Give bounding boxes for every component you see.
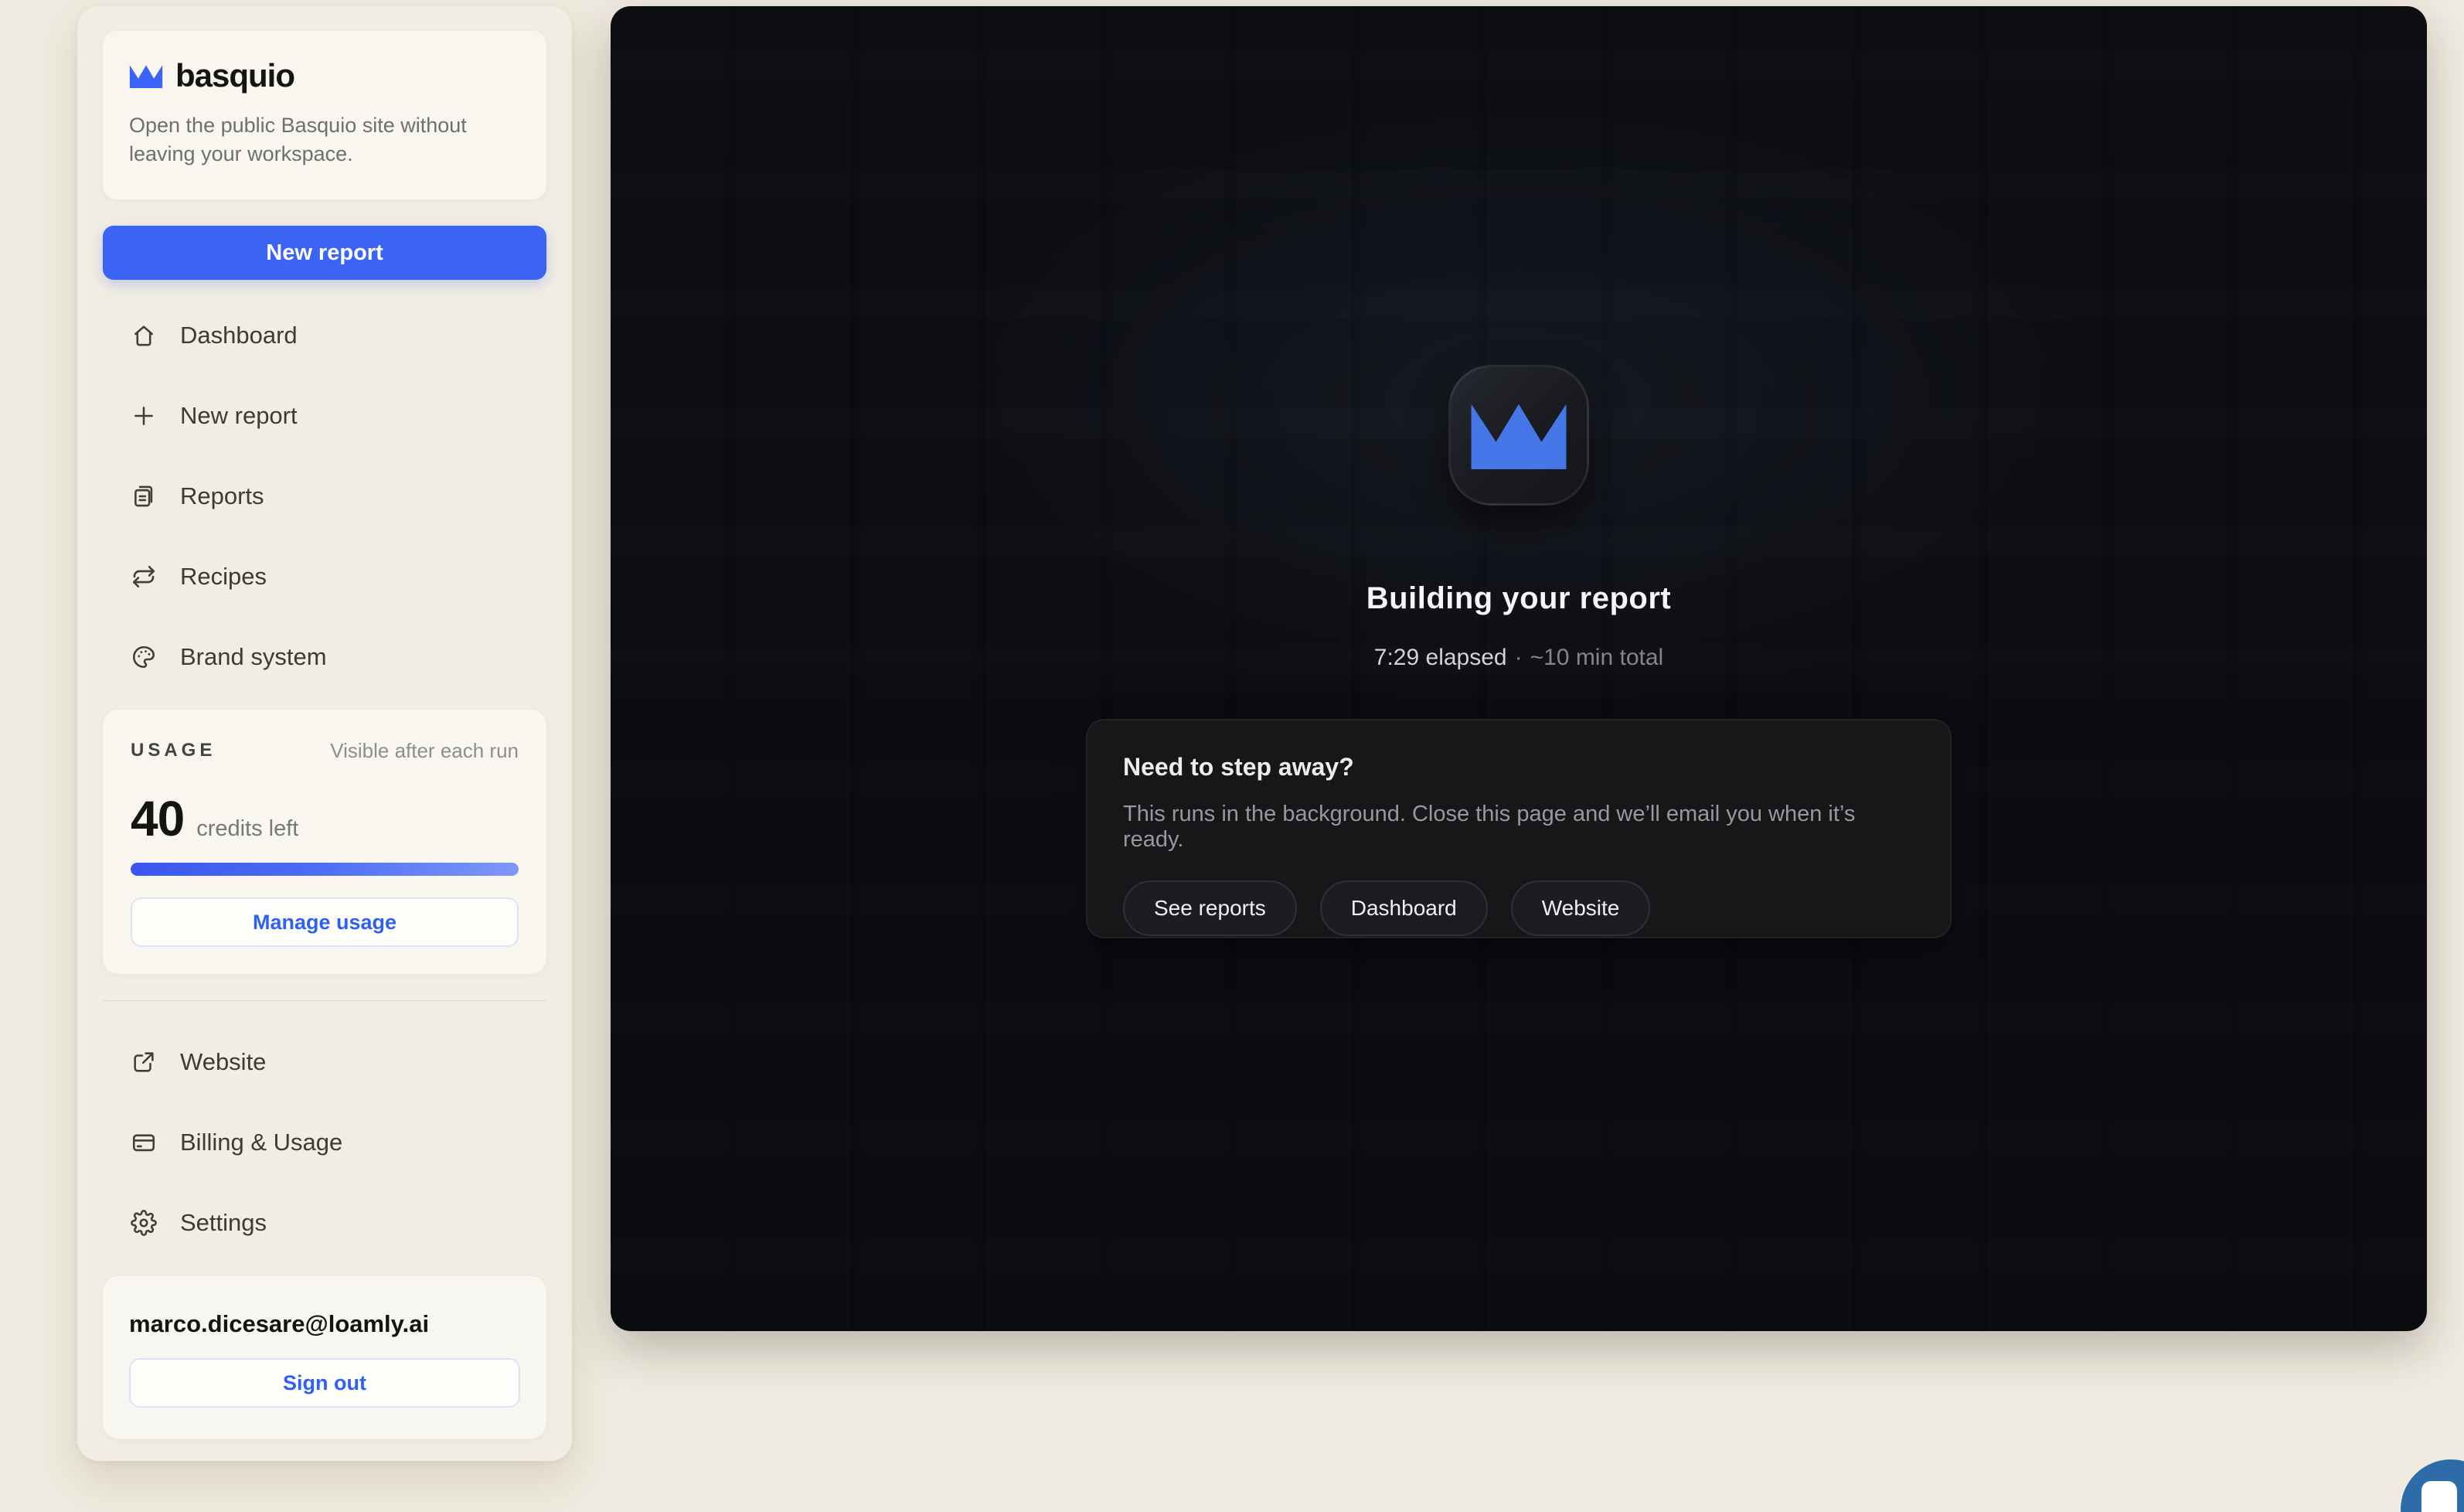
- account-card: marco.dicesare@loamly.ai Sign out: [103, 1276, 546, 1439]
- chat-launcher-button[interactable]: [2401, 1459, 2464, 1512]
- workspace-logo-card[interactable]: basquio Open the public Basquio site wit…: [103, 31, 546, 199]
- credit-card-icon: [132, 1134, 155, 1152]
- dashboard-button[interactable]: Dashboard: [1319, 880, 1488, 936]
- sidebar-item-label: Brand system: [180, 643, 327, 670]
- usage-progress-bar: [131, 863, 519, 876]
- reports-icon: [134, 485, 153, 507]
- home-icon: [134, 325, 153, 346]
- usage-progress-fill: [131, 863, 519, 876]
- step-away-card: Need to step away? This runs in the back…: [1086, 719, 1952, 938]
- timer-separator: ·: [1514, 645, 1523, 670]
- palette-icon: [132, 645, 155, 669]
- new-report-button[interactable]: New report: [103, 226, 546, 280]
- sidebar-item-settings[interactable]: Settings: [103, 1183, 546, 1263]
- step-away-actions: See reports Dashboard Website: [1123, 880, 1914, 936]
- crown-logo-icon: [129, 64, 163, 88]
- gear-icon: [131, 1210, 157, 1236]
- see-reports-button[interactable]: See reports: [1123, 880, 1297, 936]
- usage-heading: USAGE: [131, 740, 216, 761]
- crown-badge-icon: [1471, 404, 1567, 469]
- elapsed-time: 7:29 elapsed: [1373, 645, 1507, 670]
- app-badge: [1448, 365, 1589, 506]
- step-away-body: This runs in the background. Close this …: [1123, 802, 1856, 852]
- plus-icon: [134, 407, 153, 425]
- sidebar-item-label: Dashboard: [180, 322, 298, 349]
- sidebar-item-dashboard[interactable]: Dashboard: [103, 295, 546, 376]
- chat-bubble-icon: [2421, 1481, 2457, 1512]
- account-email: marco.dicesare@loamly.ai: [129, 1310, 430, 1337]
- sidebar-item-label: New report: [180, 402, 298, 429]
- sidebar-item-label: Recipes: [180, 563, 267, 590]
- sidebar-item-label: Billing & Usage: [180, 1129, 343, 1156]
- website-button[interactable]: Website: [1510, 880, 1651, 936]
- credits-label: credits left: [196, 816, 299, 841]
- app-tagline: Open the public Basquio site without lea…: [129, 114, 467, 165]
- app-name: basquio: [175, 57, 295, 94]
- sidebar-item-reports[interactable]: Reports: [103, 456, 546, 536]
- sidebar-item-label: Reports: [180, 482, 264, 509]
- external-link-icon: [134, 1052, 154, 1072]
- estimated-total-time: ~10 min total: [1530, 645, 1664, 670]
- sign-out-button[interactable]: Sign out: [129, 1358, 520, 1408]
- usage-card: USAGE Visible after each run 40 credits …: [103, 710, 546, 974]
- secondary-nav: Website Billing & Usage Settings: [103, 1022, 546, 1263]
- build-status-timer: 7:29 elapsed · ~10 min total: [611, 645, 2427, 671]
- usage-note: Visible after each run: [330, 738, 519, 762]
- report-progress-panel: Building your report 7:29 elapsed · ~10 mi…: [611, 6, 2427, 1331]
- sidebar-divider: [103, 1000, 546, 1001]
- repeat-icon: [132, 565, 155, 588]
- manage-usage-button[interactable]: Manage usage: [131, 897, 519, 947]
- sidebar-item-brand-system[interactable]: Brand system: [103, 617, 546, 697]
- sidebar-item-billing-usage[interactable]: Billing & Usage: [103, 1102, 546, 1183]
- sidebar-item-label: Website: [180, 1048, 267, 1075]
- sidebar-item-new-report[interactable]: New report: [103, 376, 546, 456]
- step-away-title: Need to step away?: [1123, 753, 1354, 781]
- credits-value: 40: [131, 791, 185, 846]
- primary-nav: Dashboard New report Reports Recipes Bra…: [103, 295, 546, 697]
- sidebar-item-label: Settings: [180, 1209, 267, 1236]
- build-status-title: Building your report: [611, 581, 2427, 616]
- sidebar-item-recipes[interactable]: Recipes: [103, 536, 546, 617]
- sidebar: basquio Open the public Basquio site wit…: [77, 6, 572, 1461]
- sidebar-item-website[interactable]: Website: [103, 1022, 546, 1102]
